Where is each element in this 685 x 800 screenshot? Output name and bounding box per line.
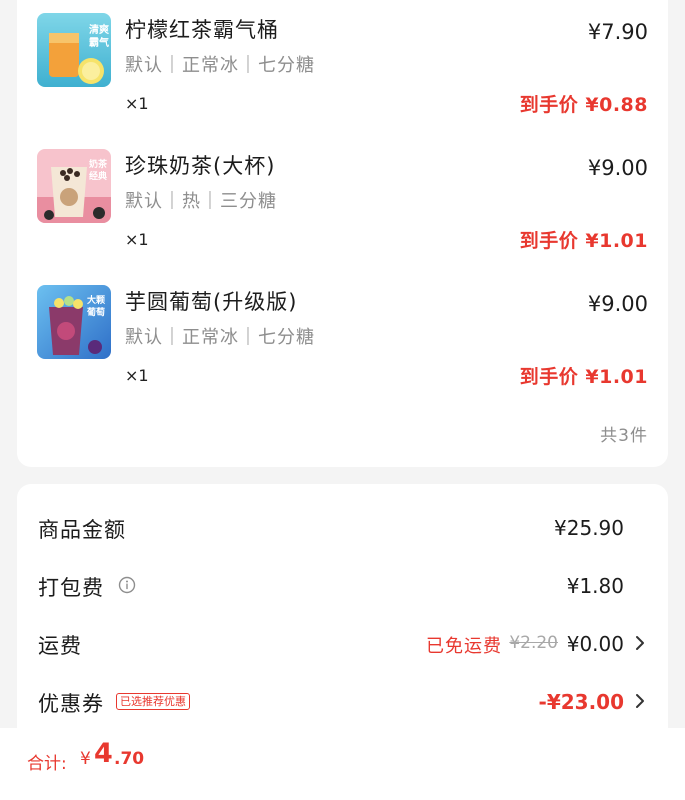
item-price: ¥9.00 bbox=[587, 292, 648, 316]
free-shipping-tag: 已免运费 bbox=[426, 636, 502, 657]
info-icon[interactable] bbox=[118, 576, 136, 594]
chevron-right-icon[interactable] bbox=[634, 692, 646, 710]
item-price: ¥7.90 bbox=[587, 20, 648, 44]
item-spec: 默认｜正常冰｜七分糖 bbox=[125, 55, 315, 76]
goods-amount-label: 商品金额 bbox=[38, 518, 126, 542]
order-item[interactable]: 清爽 霸气 柠檬红茶霸气桶 默认｜正常冰｜七分糖 ×1 ¥7.90 到手价 ¥0… bbox=[17, 0, 668, 136]
chevron-right-icon[interactable] bbox=[634, 634, 646, 652]
item-quantity: ×1 bbox=[125, 366, 149, 385]
original-shipping-fee: ¥2.20 bbox=[509, 633, 558, 653]
order-items-card: 清爽 霸气 柠檬红茶霸气桶 默认｜正常冰｜七分糖 ×1 ¥7.90 到手价 ¥0… bbox=[17, 0, 668, 467]
packing-fee-label: 打包费 bbox=[38, 576, 104, 600]
svg-text:葡萄: 葡萄 bbox=[86, 306, 105, 318]
recommended-coupon-badge: 已选推荐优惠 bbox=[116, 693, 190, 710]
order-item[interactable]: 奶茶 经典 珍珠奶茶(大杯) 默认｜热｜三分糖 ×1 ¥9.00 到手价 ¥1.… bbox=[17, 136, 668, 272]
item-name: 珍珠奶茶(大杯) bbox=[125, 154, 276, 178]
packing-fee-value: ¥1.80 bbox=[566, 574, 624, 598]
packing-fee-row: 打包费 ¥1.80 bbox=[17, 564, 668, 604]
item-spec: 默认｜正常冰｜七分糖 bbox=[125, 327, 315, 348]
item-price: ¥9.00 bbox=[587, 156, 648, 180]
order-total-bar: 合计: ¥ 4 .70 bbox=[0, 728, 685, 800]
shipping-fee-row[interactable]: 运费 已免运费 ¥2.20 ¥0.00 bbox=[17, 622, 668, 662]
shipping-fee-label: 运费 bbox=[38, 634, 82, 658]
item-quantity: ×1 bbox=[125, 230, 149, 249]
coupon-row[interactable]: 优惠券 已选推荐优惠 -¥23.00 bbox=[17, 680, 668, 720]
goods-amount-value: ¥25.90 bbox=[554, 516, 624, 540]
svg-text:奶茶: 奶茶 bbox=[88, 158, 108, 170]
goods-amount-row: 商品金额 ¥25.90 bbox=[17, 506, 668, 546]
svg-text:霸气: 霸气 bbox=[89, 36, 109, 49]
item-thumbnail: 大颗 葡萄 bbox=[37, 285, 111, 359]
svg-text:大颗: 大颗 bbox=[87, 294, 105, 306]
item-thumbnail: 清爽 霸气 bbox=[37, 13, 111, 87]
total-label: 合计: bbox=[27, 754, 67, 774]
item-name: 芋圆葡萄(升级版) bbox=[125, 290, 298, 314]
currency-symbol: ¥ bbox=[80, 749, 91, 769]
item-spec: 默认｜热｜三分糖 bbox=[125, 191, 277, 212]
fees-card: 商品金额 ¥25.90 打包费 ¥1.80 运费 已免运费 ¥2.20 ¥0.0… bbox=[17, 484, 668, 744]
item-thumbnail: 奶茶 经典 bbox=[37, 149, 111, 223]
total-amount-integer: 4 bbox=[94, 738, 113, 769]
svg-text:清爽: 清爽 bbox=[89, 23, 109, 36]
coupon-value: -¥23.00 bbox=[538, 690, 624, 714]
coupon-label: 优惠券 bbox=[38, 692, 104, 716]
total-item-count: 共3件 bbox=[600, 426, 648, 446]
item-final-price: 到手价 ¥1.01 bbox=[519, 366, 648, 388]
item-final-price: 到手价 ¥0.88 bbox=[519, 94, 648, 116]
order-item[interactable]: 大颗 葡萄 芋圆葡萄(升级版) 默认｜正常冰｜七分糖 ×1 ¥9.00 到手价 … bbox=[17, 272, 668, 408]
item-final-price: 到手价 ¥1.01 bbox=[519, 230, 648, 252]
total-amount-decimal: .70 bbox=[114, 749, 145, 769]
shipping-fee-value: ¥0.00 bbox=[566, 632, 624, 656]
item-quantity: ×1 bbox=[125, 94, 149, 113]
item-name: 柠檬红茶霸气桶 bbox=[125, 18, 279, 42]
svg-text:经典: 经典 bbox=[89, 170, 107, 182]
